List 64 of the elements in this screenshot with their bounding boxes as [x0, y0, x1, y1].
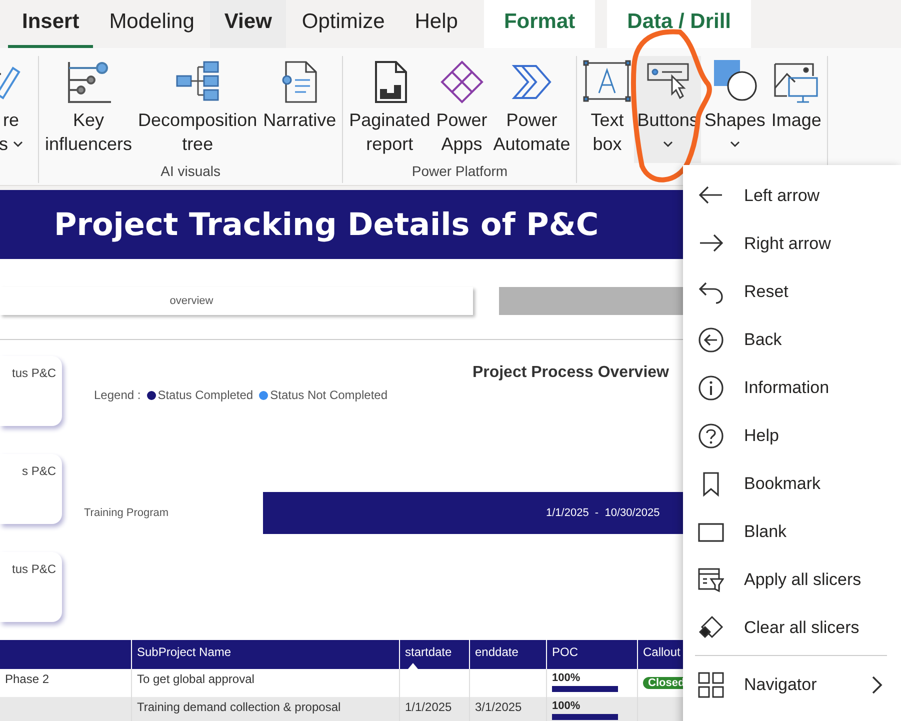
help-icon: [698, 423, 724, 449]
report-title: Project Tracking Details of P&C: [54, 206, 599, 243]
table-cell: 1/1/2025: [405, 700, 452, 714]
menu-item[interactable]: Back: [683, 316, 901, 364]
table-cell: 3/1/2025: [475, 700, 522, 714]
image-icon: [773, 60, 820, 104]
decomposition-tree-icon: [176, 60, 220, 104]
table-cell: Phase 2: [5, 672, 50, 686]
menu-item[interactable]: Bookmark: [683, 460, 901, 508]
poc-value: 100%: [552, 672, 582, 684]
table-cell: To get global approval: [137, 672, 254, 686]
ribbon-button[interactable]: Decomposition tree: [135, 56, 260, 163]
ribbon-button[interactable]: Paginated report: [346, 56, 434, 163]
slicer-icon: [698, 567, 724, 593]
status-card[interactable]: tus P&C: [0, 552, 62, 622]
caret-icon: [662, 140, 673, 148]
ribbon-tab[interactable]: Format: [484, 0, 596, 48]
caret-icon: [13, 140, 23, 148]
menu-item[interactable]: Blank: [683, 508, 901, 556]
group-label: AI visuals: [160, 163, 221, 179]
legend-text: Status Not Completed: [270, 388, 388, 402]
ribbon-button[interactable]: Key influencers: [42, 56, 136, 163]
ribbon-button[interactable]: Power Automate: [490, 56, 574, 163]
ribbon-button[interactable]: Narrative: [260, 56, 340, 163]
menu-item[interactable]: Left arrow: [683, 172, 901, 220]
ribbon-tab[interactable]: Help: [400, 0, 472, 48]
ribbon-tab[interactable]: Optimize: [288, 0, 399, 48]
menu-item[interactable]: Reset: [683, 268, 901, 316]
poc-value: 100%: [552, 700, 582, 712]
ribbon-button[interactable]: Buttons: [634, 56, 702, 163]
chart-title: Project Process Overview: [472, 364, 669, 382]
ribbon-button[interactable]: Power Apps: [433, 56, 490, 163]
card-label: tus P&C: [12, 365, 57, 382]
legend-text: Status Completed: [158, 388, 254, 402]
grid-icon: [698, 672, 724, 698]
ribbon-tab[interactable]: Modeling: [95, 0, 208, 48]
ribbon-tab[interactable]: Data / Drill: [607, 0, 752, 48]
menu-item[interactable]: Help: [683, 412, 901, 460]
ribbon-button[interactable]: Text box: [580, 56, 634, 163]
key-influencers-icon: [66, 60, 111, 104]
card-label: tus P&C: [12, 561, 57, 578]
status-card[interactable]: tus P&C: [0, 356, 62, 426]
table-cell: Training demand collection & proposal: [137, 700, 341, 714]
menu-item[interactable]: Apply all slicers: [683, 556, 901, 604]
ribbon-tab[interactable]: View: [210, 0, 286, 48]
menu-item[interactable]: Information: [683, 364, 901, 412]
status-card[interactable]: s P&C: [0, 454, 62, 524]
card-label: s P&C: [22, 463, 57, 480]
group-label: Power Platform: [412, 163, 508, 179]
menu-item[interactable]: Right arrow: [683, 220, 901, 268]
ribbon-button[interactable]: Image: [768, 56, 824, 163]
back-icon: [698, 327, 724, 353]
diamond-icon: [440, 60, 484, 104]
nav-button[interactable]: overview: [0, 287, 473, 316]
task-label: Training Program: [84, 507, 170, 520]
information-icon: [698, 375, 724, 401]
date-range: 1/1/2025 - 10/30/2025: [546, 507, 660, 520]
shapes-icon: [712, 60, 758, 104]
document-icon: [280, 60, 320, 104]
ribbon-button[interactable]: Shapes: [701, 56, 768, 163]
eraser-icon: [698, 615, 724, 641]
legend-label: Legend :: [94, 388, 141, 402]
caret-icon: [730, 140, 740, 148]
text-box-icon: [583, 60, 632, 104]
